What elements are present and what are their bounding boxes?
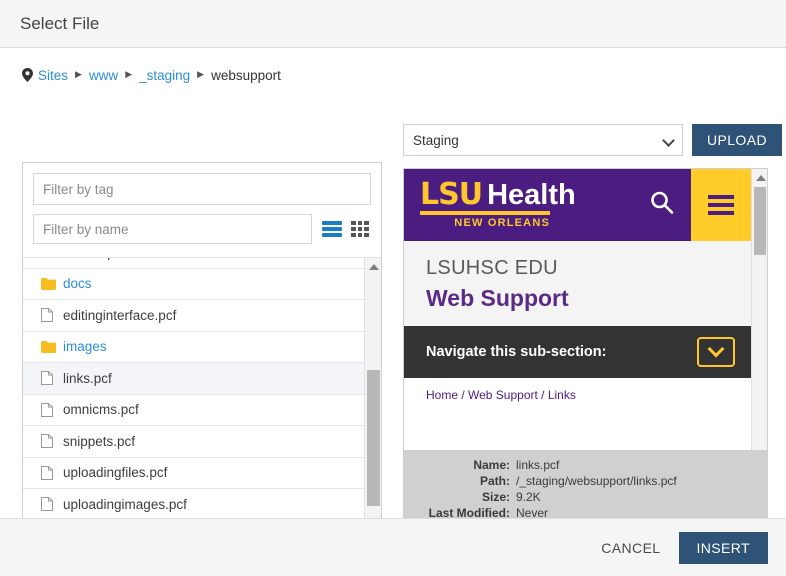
- list-item-label: images: [63, 339, 107, 354]
- logo-health-text: Health: [487, 182, 576, 210]
- file-icon: [41, 371, 63, 385]
- breadcrumb-item-websupport: websupport: [211, 68, 281, 83]
- hamburger-menu-icon: [708, 195, 734, 215]
- breadcrumb-separator: ▶: [197, 70, 204, 79]
- select-file-dialog: Select File Sites ▶ www ▶ _staging ▶ web…: [0, 0, 786, 576]
- scrollbar-thumb[interactable]: [367, 370, 380, 506]
- folder-icon: [41, 341, 63, 353]
- list-item-label: docs: [63, 276, 92, 291]
- file-icon: [41, 403, 63, 417]
- file-browser-panel: default.pcf docs editing: [22, 162, 382, 538]
- breadcrumb-separator: ▶: [125, 70, 132, 79]
- scroll-up-arrow-icon[interactable]: [365, 258, 381, 275]
- list-item[interactable]: links.pcf: [23, 363, 364, 395]
- metadata-row: Size: 9.2K: [404, 489, 767, 505]
- preview-breadcrumb: Home / Web Support / Links: [404, 378, 751, 402]
- map-pin-icon: [22, 68, 33, 82]
- list-item-label: snippets.pcf: [63, 434, 135, 449]
- file-list-scrollbar[interactable]: [364, 258, 381, 537]
- file-list-scroller: default.pcf docs editing: [23, 258, 364, 537]
- metadata-value: links.pcf: [516, 457, 559, 473]
- metadata-value: /_staging/websupport/links.pcf: [516, 473, 677, 489]
- list-item[interactable]: images: [23, 332, 364, 364]
- source-controls: Staging Production UPLOAD: [403, 124, 782, 156]
- list-item-label: editinginterface.pcf: [63, 308, 176, 323]
- source-select[interactable]: Staging Production: [403, 124, 683, 156]
- lsu-health-logo: LSU Health NEW ORLEANS: [420, 181, 576, 230]
- list-item[interactable]: uploadingfiles.pcf: [23, 458, 364, 490]
- preview-brand-bar: LSU Health NEW ORLEANS: [404, 169, 751, 241]
- scrollbar-thumb[interactable]: [754, 187, 766, 255]
- breadcrumb-separator: ▶: [75, 70, 82, 79]
- list-item-label: links.pcf: [63, 371, 112, 386]
- list-item-label: omnicms.pcf: [63, 402, 139, 417]
- list-item-label: uploadingimages.pcf: [63, 497, 187, 512]
- metadata-key: Path:: [404, 473, 516, 489]
- metadata-row: Name: links.pcf: [404, 457, 767, 473]
- list-item[interactable]: editinginterface.pcf: [23, 300, 364, 332]
- list-item-label: default.pcf: [63, 258, 125, 260]
- filter-by-tag-input[interactable]: [33, 173, 371, 205]
- logo-underline: [420, 211, 550, 215]
- breadcrumb-item-www[interactable]: www: [89, 68, 118, 83]
- scroll-up-arrow-icon[interactable]: [752, 169, 768, 186]
- file-list: default.pcf docs editing: [23, 257, 381, 537]
- brand-logo-area: LSU Health NEW ORLEANS: [404, 169, 691, 241]
- folder-icon: [41, 278, 63, 290]
- list-item[interactable]: omnicms.pcf: [23, 395, 364, 427]
- cancel-button[interactable]: CANCEL: [601, 540, 660, 556]
- metadata-key: Size:: [404, 489, 516, 505]
- metadata-value: 9.2K: [516, 489, 541, 505]
- list-item[interactable]: snippets.pcf: [23, 426, 364, 458]
- list-item[interactable]: docs: [23, 269, 364, 301]
- breadcrumb-item-staging[interactable]: _staging: [139, 68, 190, 83]
- preview-nav-toggle-button[interactable]: [697, 337, 735, 367]
- logo-lsu-text: LSU: [420, 181, 482, 210]
- file-icon: [41, 434, 63, 448]
- list-item-label: uploadingfiles.pcf: [63, 465, 167, 480]
- dialog-header: Select File: [0, 0, 786, 48]
- preview-title-block: LSUHSC EDU Web Support: [404, 241, 751, 326]
- file-icon: [41, 308, 63, 322]
- breadcrumb-item-sites[interactable]: Sites: [38, 68, 68, 83]
- filter-controls: [23, 163, 381, 244]
- chevron-down-icon: [708, 341, 725, 358]
- file-icon: [41, 497, 63, 511]
- dialog-footer: CANCEL INSERT: [0, 518, 786, 576]
- logo-subtitle: NEW ORLEANS: [420, 217, 550, 229]
- preview-nav-label: Navigate this sub-section:: [426, 344, 606, 360]
- preview-page-title: Web Support: [426, 285, 751, 312]
- preview-subsection-nav: Navigate this sub-section:: [404, 326, 751, 378]
- file-icon: [41, 466, 63, 480]
- breadcrumb: Sites ▶ www ▶ _staging ▶ websupport: [0, 48, 786, 94]
- insert-button[interactable]: INSERT: [679, 532, 769, 564]
- metadata-row: Path: /_staging/websupport/links.pcf: [404, 473, 767, 489]
- dialog-title: Select File: [20, 14, 99, 34]
- list-item[interactable]: default.pcf: [23, 258, 364, 269]
- list-view-icon[interactable]: [322, 221, 342, 237]
- dialog-body: Sites ▶ www ▶ _staging ▶ websupport: [0, 48, 786, 518]
- list-item[interactable]: uploadingimages.pcf: [23, 489, 364, 521]
- upload-button[interactable]: UPLOAD: [692, 124, 782, 156]
- metadata-key: Name:: [404, 457, 516, 473]
- filter-by-name-input[interactable]: [33, 214, 312, 244]
- grid-view-icon[interactable]: [351, 221, 369, 237]
- search-icon[interactable]: [649, 190, 675, 221]
- menu-button[interactable]: [691, 169, 751, 241]
- preview-kicker: LSUHSC EDU: [426, 257, 751, 280]
